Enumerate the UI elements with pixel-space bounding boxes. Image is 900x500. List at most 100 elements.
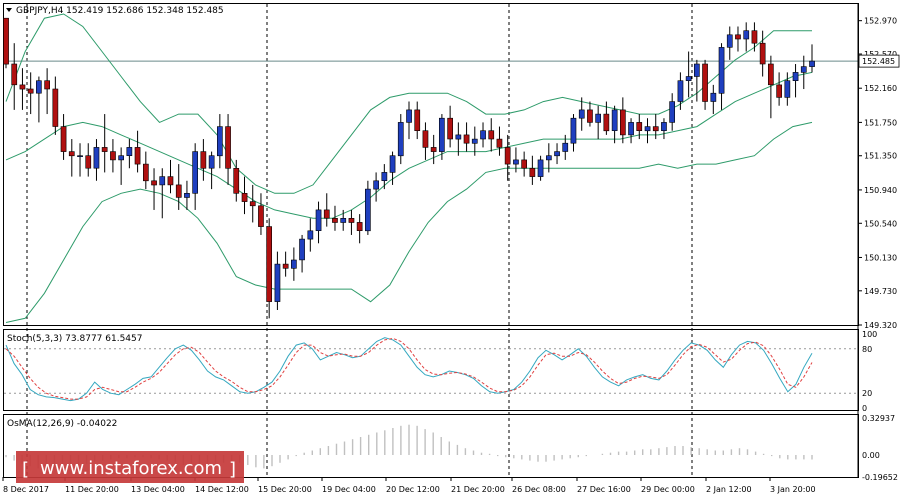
candle-body <box>685 76 692 81</box>
stoch-tick-label: 20 <box>862 389 872 398</box>
candle-body <box>438 117 445 152</box>
candle-body <box>217 126 223 157</box>
candle-body <box>315 209 322 231</box>
candle-body <box>266 226 273 302</box>
current-price-label: 152.485 <box>862 57 895 66</box>
time-tick-label: 11 Dec 20:00 <box>65 485 119 494</box>
candle-body <box>167 176 174 186</box>
candle-body <box>241 193 248 202</box>
candle-body <box>471 138 478 144</box>
candle-body <box>776 84 782 98</box>
candle-body <box>661 122 667 132</box>
price-tick-label: 150.540 <box>864 219 897 228</box>
candle-body <box>208 155 215 169</box>
candle-body <box>693 63 700 77</box>
price-tick-label: 150.130 <box>864 253 897 262</box>
candle-body <box>652 126 659 132</box>
candle-body <box>767 63 774 86</box>
candle-body <box>134 147 141 165</box>
candle-body <box>282 263 289 269</box>
candle-body <box>455 134 462 140</box>
candle-body <box>735 34 741 40</box>
candle-body <box>27 88 34 94</box>
osma-info: OsMA(12,26,9) -0.04022 <box>7 419 117 429</box>
candle-body <box>792 72 799 82</box>
candle-body <box>364 188 371 232</box>
candle-body <box>389 155 396 173</box>
candle-body <box>521 159 527 169</box>
candle-body <box>159 176 166 186</box>
price-tick-label: 149.730 <box>864 287 897 296</box>
candle-body <box>496 138 503 148</box>
stoch-tick-label: 100 <box>862 330 877 339</box>
candle-body <box>726 34 733 48</box>
time-tick-label: 13 Dec 04:00 <box>131 485 185 494</box>
candle-body <box>784 80 791 98</box>
candle-body <box>44 80 50 90</box>
time-tick-label: 15 Dec 20:00 <box>258 485 312 494</box>
candle-body <box>463 134 470 144</box>
stoch-tick-label: 80 <box>862 345 872 354</box>
candle-body <box>529 168 536 177</box>
candle-body <box>570 117 577 144</box>
candle-body <box>809 60 815 67</box>
candle-body <box>52 88 59 127</box>
candle-body <box>332 218 338 223</box>
candle-body <box>175 184 182 198</box>
candle-body <box>636 122 643 132</box>
price-tick-label: 152.970 <box>864 17 897 26</box>
candle-body <box>143 163 149 182</box>
time-tick-label: 8 Dec 2017 <box>3 485 49 494</box>
candle-body <box>110 151 116 161</box>
stoch-info: Stoch(5,3,3) 73.8777 61.5457 <box>7 334 142 344</box>
candle-body <box>397 122 404 157</box>
candle-body <box>225 126 231 169</box>
stoch-tick-label: 0 <box>862 404 867 413</box>
candle-body <box>751 30 758 44</box>
candle-body <box>200 151 207 169</box>
candle-body <box>233 168 240 194</box>
candle-body <box>35 80 42 94</box>
price-tick-label: 150.940 <box>864 186 897 195</box>
price-tick-label: 152.160 <box>864 84 897 93</box>
candle-body <box>85 155 92 169</box>
candle-body <box>307 230 314 240</box>
osma-tick-label: 0.00 <box>862 451 880 460</box>
candle-body <box>677 80 684 102</box>
candle-body <box>323 209 330 219</box>
candle-body <box>644 126 651 132</box>
candle-body <box>77 155 83 157</box>
time-tick-label: 21 Dec 20:00 <box>451 485 505 494</box>
candle-body <box>11 63 18 86</box>
candle-body <box>562 142 569 152</box>
candle-body <box>299 238 305 261</box>
candle-body <box>101 147 108 152</box>
candle-body <box>184 193 190 198</box>
candle-body <box>702 63 708 102</box>
candle-body <box>611 109 618 132</box>
candle-body <box>603 113 610 132</box>
candle-body <box>19 84 26 90</box>
candle-body <box>406 109 412 123</box>
candle-body <box>249 201 256 207</box>
candle-body <box>60 126 67 152</box>
candle-body <box>578 109 585 119</box>
candle-body <box>513 159 519 165</box>
candle-body <box>274 263 281 302</box>
candle-body <box>718 47 725 94</box>
candle-body <box>710 92 717 102</box>
chart-title-info: GBPJPY,H4 152.419 152.686 152.348 152.48… <box>16 6 224 16</box>
candle-body <box>669 101 675 123</box>
time-tick-label: 29 Dec 00:00 <box>641 485 695 494</box>
candle-body <box>340 218 347 223</box>
candle-body <box>68 151 75 157</box>
candle-body <box>447 117 454 140</box>
price-tick-label: 151.350 <box>864 152 897 161</box>
candle-body <box>422 130 429 148</box>
osma-tick-label: 0.32937 <box>862 414 895 423</box>
watermark-text: www.instaforex.com <box>40 458 222 479</box>
candle-body <box>619 109 626 136</box>
candle-body <box>258 205 264 227</box>
forex-chart: 152.970152.570152.160151.750151.350150.9… <box>2 3 900 494</box>
candle-body <box>126 147 133 156</box>
